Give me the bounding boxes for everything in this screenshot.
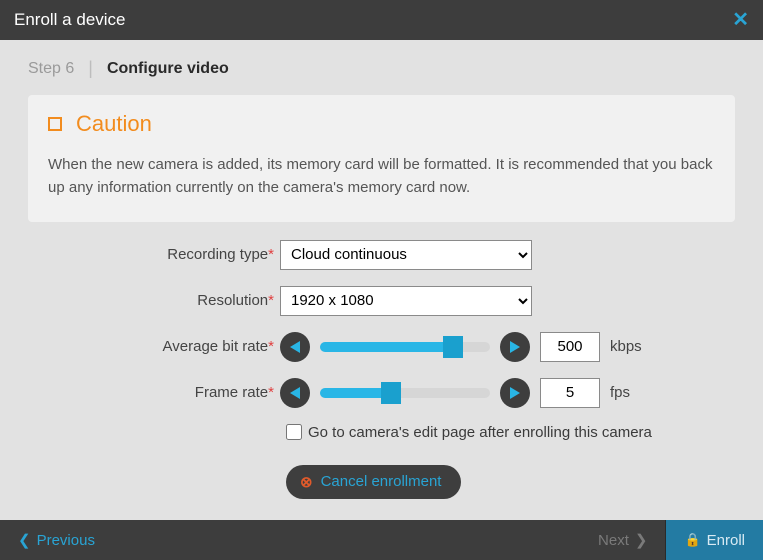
framerate-unit: fps xyxy=(610,384,630,401)
enroll-button[interactable]: 🔒 Enroll xyxy=(665,520,763,560)
caution-title: Caution xyxy=(76,111,152,137)
bitrate-input[interactable] xyxy=(540,332,600,362)
resolution-row: Resolution* 1920 x 1080 xyxy=(38,286,725,316)
recording-type-row: Recording type* Cloud continuous xyxy=(38,240,725,270)
cancel-enrollment-button[interactable]: ⊗ Cancel enrollment xyxy=(286,465,461,499)
recording-type-select[interactable]: Cloud continuous xyxy=(280,240,532,270)
titlebar: Enroll a device ✕ xyxy=(0,0,763,40)
framerate-decrease-button[interactable] xyxy=(280,378,310,408)
resolution-select[interactable]: 1920 x 1080 xyxy=(280,286,532,316)
framerate-input[interactable] xyxy=(540,378,600,408)
resolution-label: Resolution* xyxy=(38,292,280,309)
chevron-left-icon: ❮ xyxy=(18,531,31,549)
step-indicator: Step 6 xyxy=(28,60,74,78)
cancel-enrollment-label: Cancel enrollment xyxy=(321,473,442,490)
bitrate-decrease-button[interactable] xyxy=(280,332,310,362)
enroll-device-modal: Enroll a device ✕ Step 6 | Configure vid… xyxy=(0,0,763,560)
close-icon[interactable]: ✕ xyxy=(732,10,749,30)
footer-spacer xyxy=(113,520,580,560)
framerate-slider[interactable] xyxy=(320,378,490,408)
framerate-row: Frame rate* fps xyxy=(38,378,725,408)
bitrate-label: Average bit rate* xyxy=(38,338,280,355)
caution-text: When the new camera is added, its memory… xyxy=(48,153,715,200)
chevron-right-icon: ❯ xyxy=(635,531,648,549)
framerate-increase-button[interactable] xyxy=(500,378,530,408)
wizard-footer: ❮ Previous Next ❯ 🔒 Enroll xyxy=(0,520,763,560)
bitrate-unit: kbps xyxy=(610,338,642,355)
framerate-label: Frame rate* xyxy=(38,384,280,401)
breadcrumb: Step 6 | Configure video xyxy=(28,58,735,79)
caution-icon xyxy=(48,117,62,131)
next-button: Next ❯ xyxy=(580,520,665,560)
breadcrumb-divider: | xyxy=(88,58,93,79)
video-config-form: Recording type* Cloud continuous Resolut… xyxy=(28,240,735,499)
bitrate-row: Average bit rate* kbps xyxy=(38,332,725,362)
goto-edit-row: Go to camera's edit page after enrolling… xyxy=(286,424,725,441)
modal-title: Enroll a device xyxy=(14,10,126,30)
bitrate-increase-button[interactable] xyxy=(500,332,530,362)
goto-edit-checkbox[interactable] xyxy=(286,424,302,440)
recording-type-label: Recording type* xyxy=(38,246,280,263)
next-label: Next xyxy=(598,532,629,549)
enroll-label: Enroll xyxy=(707,532,745,549)
caution-header: Caution xyxy=(48,111,715,137)
goto-edit-label: Go to camera's edit page after enrolling… xyxy=(308,424,652,441)
bitrate-slider[interactable] xyxy=(320,332,490,362)
triangle-left-icon xyxy=(290,341,300,353)
previous-button[interactable]: ❮ Previous xyxy=(0,520,113,560)
triangle-left-icon xyxy=(290,387,300,399)
triangle-right-icon xyxy=(510,387,520,399)
caution-panel: Caution When the new camera is added, it… xyxy=(28,95,735,222)
modal-body: Step 6 | Configure video Caution When th… xyxy=(0,40,763,520)
cancel-icon: ⊗ xyxy=(300,473,313,491)
triangle-right-icon xyxy=(510,341,520,353)
page-title: Configure video xyxy=(107,60,229,78)
lock-icon: 🔒 xyxy=(684,532,700,548)
previous-label: Previous xyxy=(37,532,95,549)
